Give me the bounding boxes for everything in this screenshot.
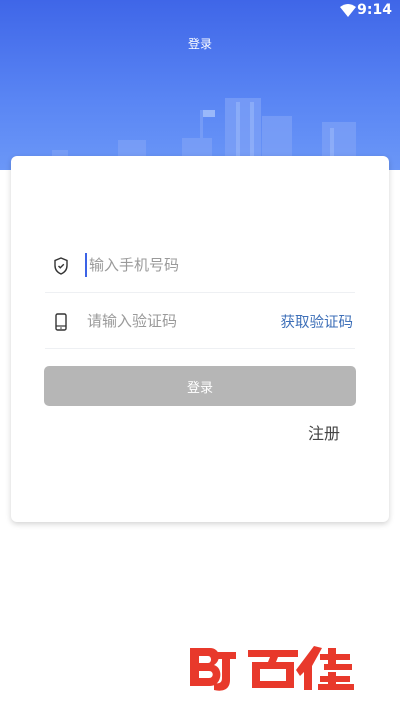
phone-icon (51, 312, 71, 332)
phone-row (45, 240, 355, 293)
wifi-icon (340, 4, 356, 21)
phone-input[interactable] (85, 253, 259, 277)
shield-icon (51, 256, 71, 276)
login-button[interactable]: 登录 (44, 366, 356, 406)
login-card: 获取验证码 登录 注册 (11, 156, 389, 522)
brand-watermark-logo (190, 646, 354, 691)
page-title: 登录 (187, 37, 212, 51)
status-time: 9:14 (357, 2, 392, 18)
get-code-button[interactable]: 获取验证码 (281, 311, 354, 332)
status-bar: 9:14 (0, 0, 400, 22)
header-banner (0, 0, 400, 170)
code-input[interactable] (87, 309, 257, 333)
code-row: 获取验证码 (45, 296, 355, 349)
register-link[interactable]: 注册 (308, 420, 340, 444)
